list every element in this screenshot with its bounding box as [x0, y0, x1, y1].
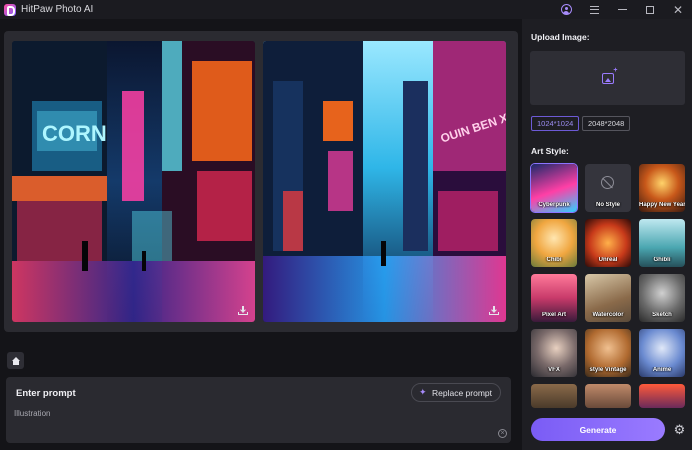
- style-label: Happy New Year: [639, 202, 685, 208]
- menu-icon: [589, 5, 599, 14]
- style-ghibli[interactable]: Ghibli: [639, 219, 685, 267]
- sparkle-icon: ✦: [418, 387, 427, 397]
- minimize-icon: [617, 8, 627, 11]
- style-cyberpunk[interactable]: Cyberpunk: [530, 163, 578, 213]
- replace-prompt-label: Replace prompt: [431, 387, 492, 398]
- style-label: style Vintage: [589, 367, 627, 373]
- app-title: HitPaw Photo AI: [21, 4, 94, 15]
- maximize-button[interactable]: [636, 0, 664, 19]
- style-label: VFX: [548, 367, 560, 373]
- home-icon: [11, 356, 20, 365]
- style-label: No Style: [595, 202, 620, 208]
- upload-heading: Upload Image:: [531, 32, 590, 42]
- result-image-1[interactable]: CORN: [12, 41, 255, 322]
- add-image-icon: [601, 67, 617, 84]
- upload-dropzone[interactable]: [530, 51, 685, 105]
- close-icon: ✕: [672, 2, 684, 17]
- style-happy-new-year[interactable]: Happy New Year: [639, 164, 685, 212]
- window-controls: ✕: [552, 0, 692, 19]
- style-watercolor[interactable]: Watercolor: [585, 274, 631, 322]
- menu-button[interactable]: [580, 0, 608, 19]
- style-label: Pixel Art: [541, 312, 567, 318]
- cyberpunk-street-illustration: CORN: [12, 41, 255, 322]
- style-label: Ghibli: [653, 257, 671, 263]
- style-no-style[interactable]: No Style: [585, 164, 631, 212]
- style-more-1[interactable]: [531, 384, 577, 408]
- prompt-box: Enter prompt ✦ Replace prompt Illustrati…: [6, 377, 511, 443]
- style-vintage[interactable]: style Vintage: [585, 329, 631, 377]
- replace-prompt-button[interactable]: ✦ Replace prompt: [410, 383, 501, 402]
- style-label: Cyberpunk: [538, 202, 570, 208]
- prompt-title: Enter prompt: [16, 388, 76, 399]
- style-label: Watercolor: [592, 312, 624, 318]
- style-label: Sketch: [652, 312, 672, 318]
- style-pixel-art[interactable]: Pixel Art: [531, 274, 577, 322]
- style-more-2[interactable]: [585, 384, 631, 408]
- maximize-icon: [646, 5, 654, 14]
- style-label: Chibi: [546, 257, 562, 263]
- result-image-2[interactable]: OUIN BEN X: [263, 41, 506, 322]
- home-button[interactable]: [7, 352, 24, 369]
- download-button-1[interactable]: [237, 304, 249, 316]
- generate-button[interactable]: Generate: [531, 418, 665, 441]
- close-button[interactable]: ✕: [664, 0, 692, 19]
- app-logo-icon: [4, 3, 16, 16]
- prompt-input[interactable]: Illustration: [14, 409, 50, 418]
- size-option-2048[interactable]: 2048*2048: [582, 116, 631, 131]
- style-sketch[interactable]: Sketch: [639, 274, 685, 322]
- svg-text:CORN: CORN: [42, 121, 107, 146]
- close-icon: ×: [500, 430, 505, 437]
- clear-prompt-button[interactable]: ×: [498, 429, 507, 438]
- style-unreal[interactable]: Unreal: [585, 219, 631, 267]
- no-style-icon: [601, 176, 614, 189]
- download-button-2[interactable]: [488, 304, 500, 316]
- settings-panel: Upload Image: 1024*1024 2048*2048 Art St…: [522, 19, 692, 450]
- style-chibi[interactable]: Chibi: [531, 219, 577, 267]
- style-anime[interactable]: Anime: [639, 329, 685, 377]
- size-option-1024[interactable]: 1024*1024: [531, 116, 580, 131]
- title-bar: HitPaw Photo AI ✕: [0, 0, 692, 19]
- style-more-3[interactable]: [639, 384, 685, 408]
- result-gallery: CORN OUIN BEN X: [4, 31, 518, 332]
- minimize-button[interactable]: [608, 0, 636, 19]
- style-label: Unreal: [598, 257, 618, 263]
- cyberpunk-alley-illustration: OUIN BEN X: [263, 41, 506, 322]
- user-icon: [560, 4, 572, 15]
- settings-gear-icon[interactable]: ⚙: [673, 423, 686, 436]
- style-vfx[interactable]: VFX: [531, 329, 577, 377]
- account-button[interactable]: [552, 0, 580, 19]
- art-style-heading: Art Style:: [531, 146, 569, 156]
- style-label: Anime: [652, 367, 672, 373]
